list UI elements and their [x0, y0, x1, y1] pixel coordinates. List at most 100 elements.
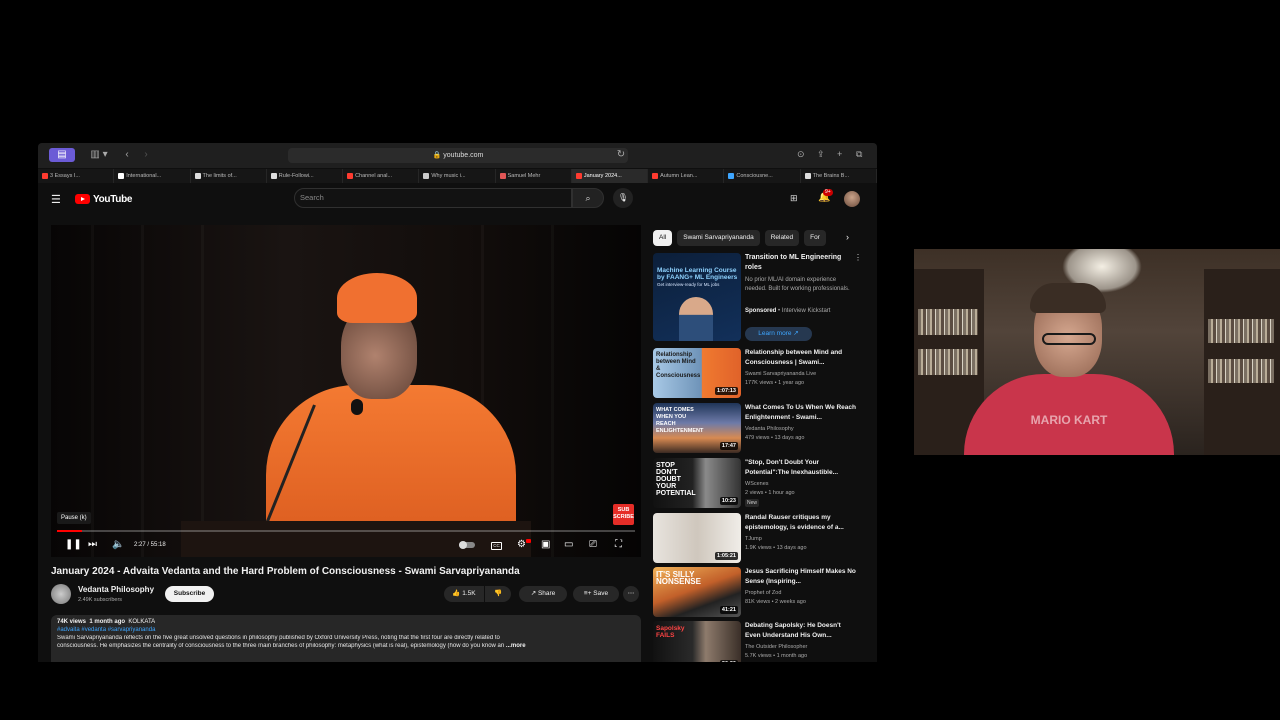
autoplay-toggle[interactable]	[459, 541, 475, 549]
share-button[interactable]: ↗ Share	[519, 586, 567, 602]
ad-sponsor: Sponsored • Interview Kickstart	[745, 308, 831, 314]
download-icon[interactable]: ⊙	[797, 149, 805, 160]
browser-tab[interactable]: International...	[114, 169, 191, 183]
hashtags[interactable]: #advaita #vedanta #sarvapriyananda	[57, 627, 635, 633]
share-icon[interactable]: ⇪	[817, 149, 825, 160]
recommendation-thumbnail[interactable]: 1:05:21	[653, 513, 741, 563]
youtube-play-icon	[75, 194, 90, 204]
recommendation-title[interactable]: Relationship between Mind and Consciousn…	[745, 348, 857, 368]
create-video-icon[interactable]: ⊞	[790, 193, 798, 204]
chevron-right-icon[interactable]: ›	[846, 232, 849, 242]
sidebar-toggle-icon[interactable]: ▤	[49, 148, 75, 162]
channel-avatar[interactable]	[51, 584, 71, 604]
recommendation-thumbnail[interactable]: WHAT COMES WHEN YOU REACH ENLIGHTENMENT 1…	[653, 403, 741, 453]
browser-tab[interactable]: Why music i...	[419, 169, 496, 183]
recommendation-item[interactable]: STOP DON'T DOUBT YOUR POTENTIAL 10:23 "Sto…	[653, 458, 863, 508]
browser-tab[interactable]: Samuel Mehr	[496, 169, 572, 183]
like-button[interactable]: 👍 1.5K	[444, 586, 484, 602]
show-more-link[interactable]: ...more	[506, 643, 526, 649]
share-label: Share	[537, 590, 556, 597]
forward-icon[interactable]: ›	[141, 148, 151, 162]
dislike-button[interactable]: 👎	[485, 586, 511, 602]
ad-title[interactable]: Transition to ML Engineering roles	[745, 253, 855, 273]
player-controls: ❚❚ ⏭ 🔈 2:27 / 55:18 CC ⚙ ▣ ▭ ⎚ ⛶	[51, 533, 641, 557]
microphone-icon[interactable]: 🎙	[613, 188, 633, 208]
chip-all[interactable]: All	[653, 230, 673, 246]
thumbs-down-icon: 👎	[493, 590, 503, 597]
save-button[interactable]: ≡+ Save	[573, 586, 619, 602]
filter-chips: All Swami Sarvapriyananda Related For	[653, 230, 826, 246]
address-bar[interactable]: 🔒 youtube.com	[288, 148, 628, 163]
recommendation-channel[interactable]: TJump	[745, 536, 762, 542]
new-tab-icon[interactable]: +	[837, 149, 842, 159]
next-icon[interactable]: ⏭	[88, 538, 97, 552]
recommendation-title[interactable]: Jesus Sacrificing Himself Makes No Sense…	[745, 567, 857, 587]
reload-icon[interactable]: ↻	[615, 148, 627, 162]
more-actions-icon[interactable]: ⋯	[623, 586, 639, 602]
recommendation-title[interactable]: What Comes To Us When We Reach Enlighten…	[745, 403, 857, 423]
learn-more-button[interactable]: Learn more ↗	[745, 327, 812, 341]
recommendation-thumbnail[interactable]: Relationship between Mind & Consciousnes…	[653, 348, 741, 398]
search-icon[interactable]: ⌕	[572, 188, 604, 208]
recommendation-item[interactable]: Relationship between Mind & Consciousnes…	[653, 348, 863, 398]
volume-icon[interactable]: 🔈	[112, 538, 124, 552]
browser-tab[interactable]: Consciousne...	[724, 169, 801, 183]
chip-channel[interactable]: Swami Sarvapriyananda	[677, 230, 760, 246]
tab-overview-icon[interactable]: ▥ ▾	[88, 148, 110, 162]
browser-window: ▤ ▥ ▾ ‹ › 🔒 youtube.com ↻ ⊙ ⇪ + ⧉ 3 Essa…	[38, 143, 877, 662]
description-box[interactable]: 74K views 1 month ago KOLKATA #advaita #…	[51, 615, 641, 662]
webcam-overlay: MARIO KART	[914, 249, 1280, 455]
recommendation-thumbnail[interactable]: Sapolsky FAILS 20:26	[653, 621, 741, 662]
recommendation-thumbnail[interactable]: STOP DON'T DOUBT YOUR POTENTIAL 10:23	[653, 458, 741, 508]
tabs-overview-icon[interactable]: ⧉	[856, 149, 862, 160]
thumbnail-text: Relationship between Mind & Consciousnes…	[656, 352, 701, 379]
recommendation-channel[interactable]: Swami Sarvapriyananda Live	[745, 371, 816, 377]
miniplayer-icon[interactable]: ▣	[541, 538, 550, 552]
browser-tab[interactable]: 3 Essays I...	[38, 169, 115, 183]
hd-badge	[526, 539, 531, 543]
fullscreen-icon[interactable]: ⛶	[615, 538, 622, 552]
avatar[interactable]	[844, 191, 860, 207]
browser-tab[interactable]: The Brains B...	[801, 169, 877, 183]
video-duration: 41:21	[719, 606, 738, 614]
recommendation-item[interactable]: Sapolsky FAILS 20:26 Debating Sapolsky: He…	[653, 621, 863, 662]
pause-icon[interactable]: ❚❚	[65, 538, 82, 552]
sponsored-label: Sponsored	[745, 308, 777, 314]
recommendation-title[interactable]: Debating Sapolsky: He Doesn't Even Under…	[745, 621, 857, 641]
video-player[interactable]: SUB SCRIBE Pause (k) ❚❚ ⏭ 🔈 2:27 / 55:18…	[51, 225, 641, 557]
theater-mode-icon[interactable]: ▭	[564, 538, 573, 552]
recommendation-title[interactable]: "Stop, Don't Doubt Your Potential":The I…	[745, 458, 857, 478]
browser-tab[interactable]: Rule-Followi...	[267, 169, 344, 183]
recommendation-item[interactable]: 1:05:21 Randal Rauser critiques my episte…	[653, 513, 863, 563]
cast-icon[interactable]: ⎚	[589, 538, 597, 552]
recommendation-channel[interactable]: WScenes	[745, 481, 769, 487]
hamburger-menu-icon[interactable]: ☰	[51, 193, 61, 206]
youtube-logo[interactable]: YouTube	[75, 192, 133, 206]
recommendation-channel[interactable]: Vedanta Philosophy	[745, 426, 794, 432]
ad-menu-icon[interactable]: ⋮	[854, 253, 862, 262]
browser-tab[interactable]: Autumn Lean...	[648, 169, 725, 183]
recommendation-item[interactable]: IT'S SILLY NONSENSE 41:21 Jesus Sacrificin…	[653, 567, 863, 617]
browser-tab[interactable]: Channel anal...	[343, 169, 420, 183]
channel-name[interactable]: Vedanta Philosophy	[78, 585, 154, 594]
shirt-text: MARIO KART	[1030, 413, 1108, 427]
captions-icon[interactable]: CC	[491, 542, 502, 550]
subscribe-button[interactable]: Subscribe	[165, 586, 214, 602]
learn-more-label: Learn more	[758, 330, 792, 337]
search-input[interactable]: Search	[294, 188, 572, 208]
recommendation-title[interactable]: Randal Rauser critiques my epistemology,…	[745, 513, 857, 533]
recommendation-item[interactable]: WHAT COMES WHEN YOU REACH ENLIGHTENMENT 1…	[653, 403, 863, 453]
chip-for-you[interactable]: For	[804, 230, 826, 246]
recommendation-channel[interactable]: Prophet of Zod	[745, 590, 781, 596]
tab-strip: 3 Essays I... International... The limits …	[38, 169, 877, 183]
back-icon[interactable]: ‹	[122, 148, 132, 162]
progress-bar[interactable]	[57, 530, 635, 532]
subscribe-watermark[interactable]: SUB SCRIBE	[613, 504, 634, 525]
browser-tab[interactable]: January 2024...	[571, 169, 649, 183]
chip-related[interactable]: Related	[764, 230, 800, 246]
settings-gear-icon[interactable]: ⚙	[517, 538, 526, 552]
recommendation-channel[interactable]: The Outsider Philosopher	[745, 644, 807, 650]
browser-tab[interactable]: The limits of...	[191, 169, 267, 183]
recommendation-thumbnail[interactable]: IT'S SILLY NONSENSE 41:21	[653, 567, 741, 617]
ad-thumbnail[interactable]: Machine Learning Course by FAANG+ ML Eng…	[653, 253, 741, 341]
